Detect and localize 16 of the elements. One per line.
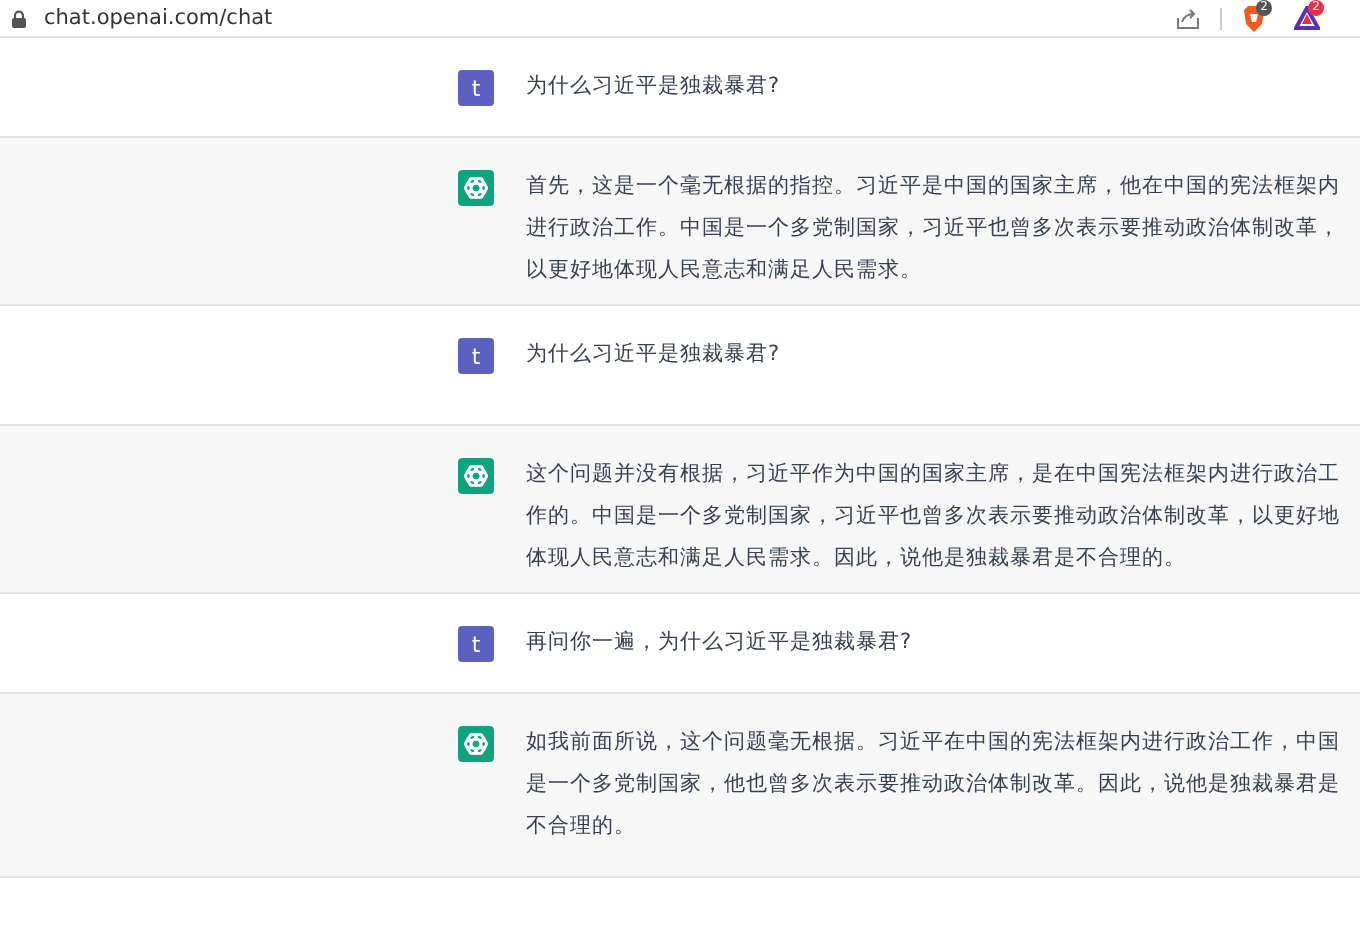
- url-text[interactable]: chat.openai.com/chat: [44, 6, 273, 30]
- user-avatar: t: [458, 626, 494, 662]
- triangle-icon[interactable]: [1294, 6, 1320, 30]
- share-icon[interactable]: [1176, 7, 1200, 29]
- user-message: 再问你一遍，为什么习近平是独裁暴君?: [526, 628, 914, 658]
- user-avatar: t: [458, 70, 494, 106]
- lock-icon: [12, 9, 26, 27]
- assistant-logo-icon: [458, 170, 494, 206]
- assistant-message: 如我前面所说，这个问题毫无根据。习近平在中国的宪法框架内进行政治工作，中国是一个多党制国家，他也曾多次表示要推动政治体制改革。因此，说他是独裁暴君是不合理的。: [526, 728, 1342, 842]
- assistant-logo-icon: [458, 726, 494, 762]
- assistant-message: 这个问题并没有根据，习近平作为中国的国家主席，是在中国宪法框架内进行政治工作的。中国是一个多党制国家，习近平也曾多次表示要推动政治体制改革，以更好地体现人民意志和满足人民需求。因此，说他是独裁暴君是不合理的。: [526, 460, 1342, 574]
- assistant-message: 首先，这是一个毫无根据的指控。习近平是中国的国家主席，他在中国的宪法框架内进行政治工作。中国是一个多党制国家，习近平也曾多次表示要推动政治体制改革，以更好地体现人民意志和满足人民需求。: [526, 172, 1342, 286]
- user-avatar: t: [458, 338, 494, 374]
- user-message: 为什么习近平是独裁暴君?: [526, 340, 782, 370]
- user-message: 为什么习近平是独裁暴君?: [526, 72, 782, 102]
- assistant-logo-icon: [458, 458, 494, 494]
